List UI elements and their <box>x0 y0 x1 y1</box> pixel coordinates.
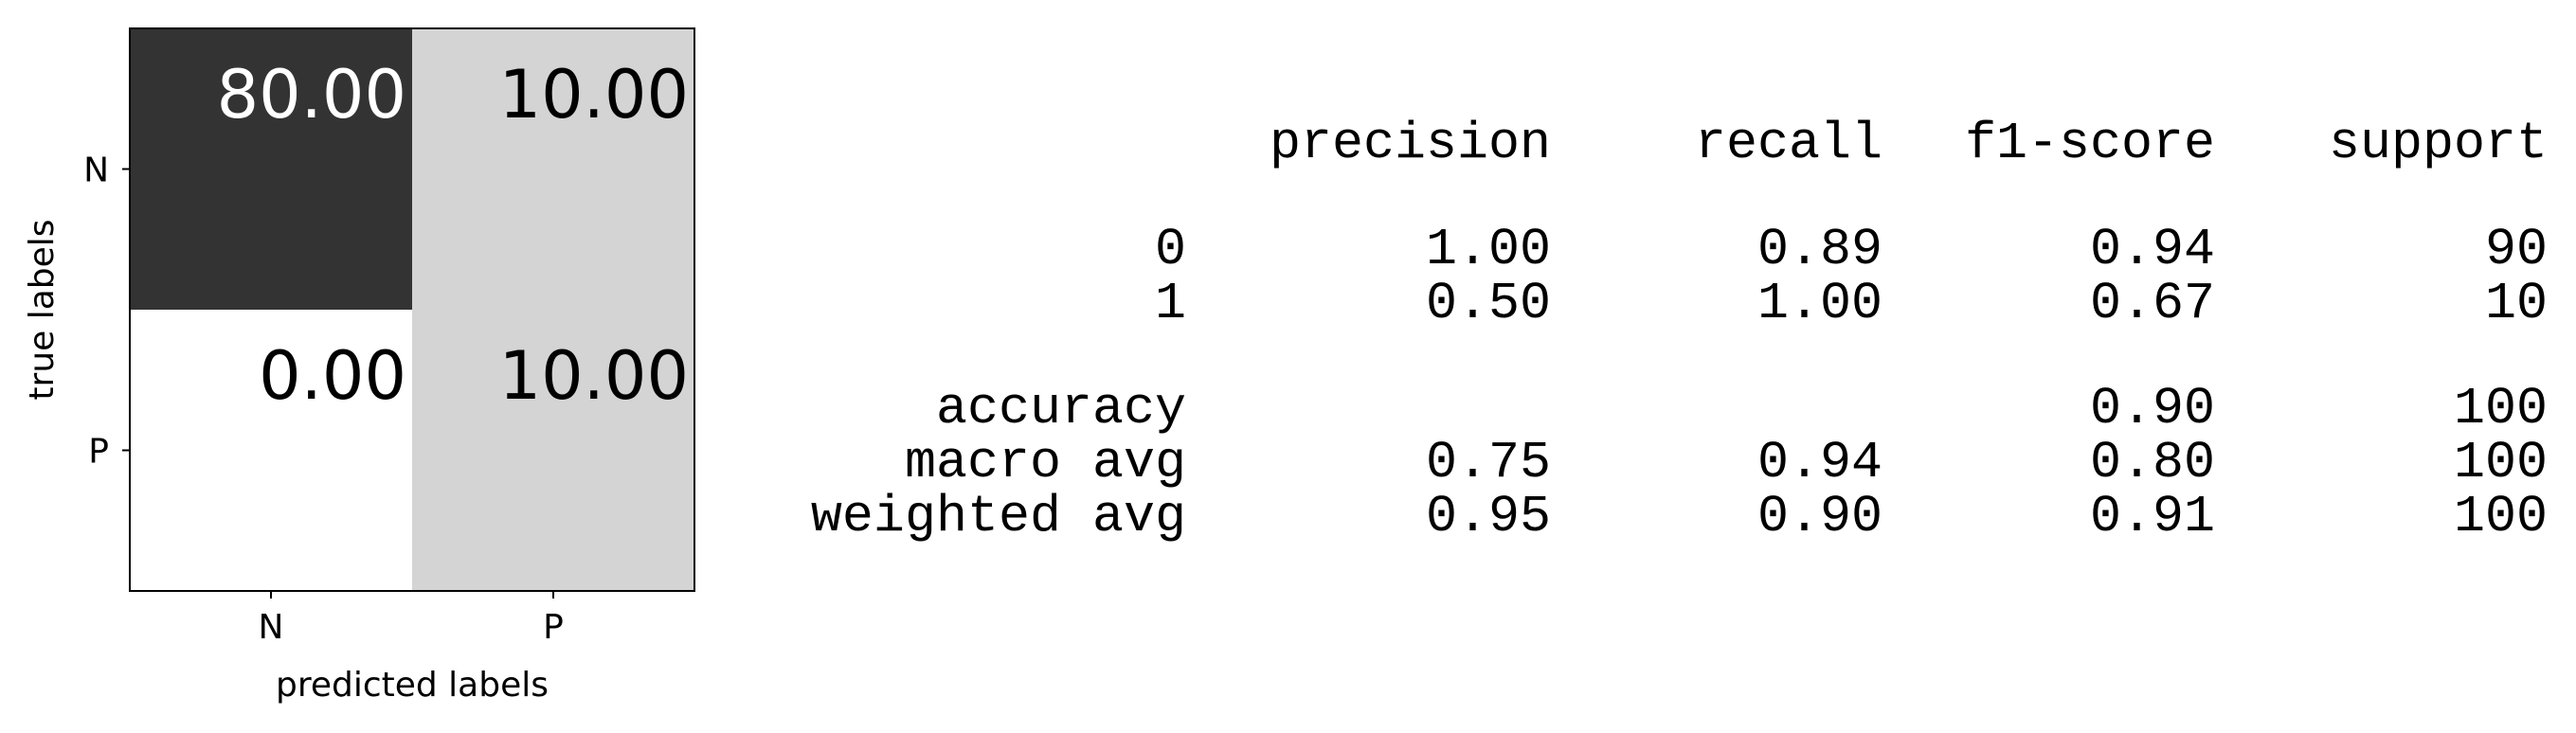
heatmap-cell-value: 10.00 <box>499 337 689 415</box>
x-axis-label: predicted labels <box>276 666 549 705</box>
report-cell: 0.50 <box>1426 274 1551 333</box>
report-cell: 1.00 <box>1757 274 1882 333</box>
report-column-header: support <box>2329 114 2548 173</box>
report-cell: 0.67 <box>2090 274 2215 333</box>
report-cell: 90 <box>2485 220 2548 279</box>
y-tick-label: N <box>83 152 109 190</box>
report-cell: 0.94 <box>1757 433 1882 492</box>
report-row-label: 0 <box>1155 220 1186 279</box>
x-tick-label: P <box>543 608 564 647</box>
figure: 80.00 10.00 0.00 10.00 N P N P predicted label… <box>0 0 2576 733</box>
report-cell: 0.90 <box>1757 487 1882 546</box>
report-cell: 0.89 <box>1757 220 1882 279</box>
report-cell: 0.80 <box>2090 433 2215 492</box>
heatmap-cell-value: 80.00 <box>217 56 406 134</box>
report-column-header: f1-score <box>1965 114 2215 173</box>
report-column-header: recall <box>1695 114 1882 173</box>
report-cell: 1.00 <box>1426 220 1551 279</box>
report-row-label: accuracy <box>936 379 1186 438</box>
heatmap-cell-value: 0.00 <box>259 337 406 415</box>
report-cell: 0.75 <box>1426 433 1551 492</box>
report-row-label: 1 <box>1155 274 1186 333</box>
report-cell: 100 <box>2454 433 2548 492</box>
report-row-label: weighted avg <box>811 487 1186 546</box>
report-cell: 0.91 <box>2090 487 2215 546</box>
x-tick-label: N <box>259 608 284 647</box>
report-cell: 10 <box>2485 274 2548 333</box>
report-cell: 100 <box>2454 379 2548 438</box>
report-column-header: precision <box>1270 114 1551 173</box>
y-tick-label: P <box>88 433 109 472</box>
y-axis-label: true labels <box>23 219 62 400</box>
heatmap-cell-value: 10.00 <box>499 56 689 134</box>
report-cell: 0.90 <box>2090 379 2215 438</box>
report-row-label: macro avg <box>905 433 1186 492</box>
report-cell: 100 <box>2454 487 2548 546</box>
report-cell: 0.94 <box>2090 220 2215 279</box>
report-cell: 0.95 <box>1426 487 1551 546</box>
